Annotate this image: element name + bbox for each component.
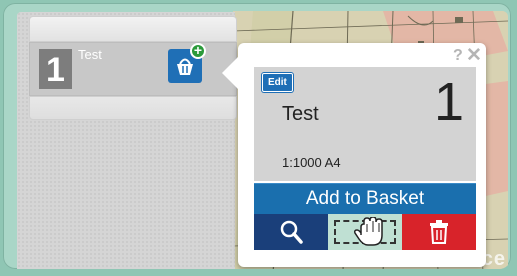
map-number: 1 (433, 72, 464, 132)
edit-button[interactable]: Edit (262, 73, 293, 92)
hand-pan-icon (353, 217, 383, 246)
plus-icon: + (190, 43, 206, 59)
map-card: Edit Test 1 1:1000 A4 (254, 67, 476, 181)
basket-list-panel: 1 Test + (17, 12, 237, 269)
search-icon (280, 220, 303, 244)
app-frame: ce 1 Test + ? ✕ Edit Test 1 1:1000 A4 Ad… (3, 3, 511, 269)
row-title: Test (78, 47, 102, 62)
map-details-popup: ? ✕ Edit Test 1 1:1000 A4 Add to Basket (222, 43, 486, 267)
scale-paper-size: 1:1000 A4 (282, 155, 341, 170)
panel-footer (29, 96, 237, 120)
popup-arrow (222, 57, 238, 89)
action-bar (254, 214, 476, 250)
help-icon[interactable]: ? (453, 47, 463, 65)
panel-header (29, 16, 237, 42)
trash-icon (430, 220, 448, 244)
map-title: Test (282, 103, 319, 125)
row-number: 1 (39, 49, 72, 89)
add-to-basket-bar-button[interactable]: Add to Basket (254, 183, 476, 214)
delete-button[interactable] (402, 214, 476, 250)
pan-map-button[interactable] (328, 214, 402, 250)
list-item[interactable]: 1 Test + (29, 42, 237, 96)
close-icon[interactable]: ✕ (466, 44, 482, 67)
add-to-basket-button[interactable]: + (168, 43, 206, 83)
zoom-search-button[interactable] (254, 214, 328, 250)
